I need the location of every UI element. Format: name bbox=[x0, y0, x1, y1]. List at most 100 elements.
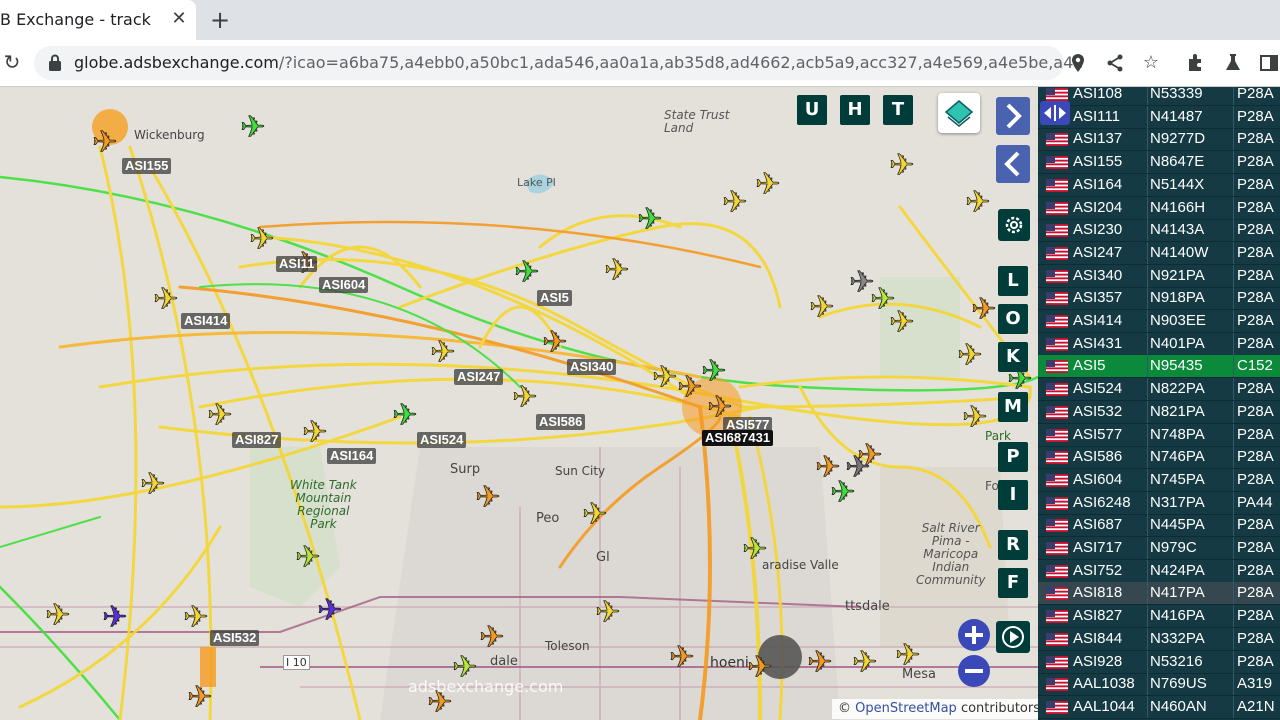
table-row[interactable]: ASI827 N416PA P28A bbox=[1038, 605, 1280, 629]
table-row[interactable]: ASI604 N745PA P28A bbox=[1038, 468, 1280, 492]
aircraft-label[interactable]: ASI5 bbox=[537, 290, 572, 306]
aircraft-icon[interactable]: ✈ bbox=[722, 185, 748, 221]
share-icon[interactable] bbox=[1103, 51, 1127, 75]
aircraft-icon[interactable]: ✈ bbox=[153, 282, 179, 318]
table-row[interactable]: AAL1044 N460AN A21N bbox=[1038, 695, 1280, 719]
replay-button[interactable] bbox=[996, 621, 1030, 653]
address-bar[interactable]: globe.adsbexchange.com/?icao=a6ba75,a4eb… bbox=[34, 46, 1084, 80]
aircraft-label[interactable]: ASI414 bbox=[181, 313, 231, 329]
reload-icon[interactable]: ↻ bbox=[0, 50, 24, 74]
location-pin-icon[interactable] bbox=[1066, 51, 1090, 75]
button-k[interactable]: K bbox=[998, 342, 1028, 372]
table-row[interactable]: ASI108 N53339 P28A bbox=[1038, 87, 1280, 106]
button-l[interactable]: L bbox=[998, 266, 1028, 296]
bookmark-star-icon[interactable]: ☆ bbox=[1139, 51, 1163, 75]
aircraft-icon[interactable]: ✈ bbox=[595, 595, 621, 631]
aircraft-label[interactable]: ASI247 bbox=[454, 369, 504, 385]
aircraft-icon[interactable]: ✈ bbox=[652, 360, 678, 396]
aircraft-label-selected[interactable]: ASI687431 bbox=[702, 430, 774, 446]
osm-link[interactable]: OpenStreetMap bbox=[855, 701, 957, 716]
aircraft-icon[interactable]: ✈ bbox=[317, 593, 343, 629]
aircraft-icon[interactable]: ✈ bbox=[971, 292, 997, 328]
table-row[interactable]: ASI844 N332PA P28A bbox=[1038, 627, 1280, 651]
aircraft-icon[interactable]: ✈ bbox=[207, 398, 233, 434]
aircraft-icon[interactable]: ✈ bbox=[430, 335, 456, 371]
aircraft-icon[interactable]: ✈ bbox=[479, 620, 505, 656]
resize-panel-handle[interactable] bbox=[1040, 101, 1070, 125]
button-h[interactable]: H bbox=[840, 95, 870, 125]
table-row[interactable]: ASI155 N8647E P28A bbox=[1038, 151, 1280, 175]
table-row[interactable]: ASI717 N979C P28A bbox=[1038, 537, 1280, 560]
button-t[interactable]: T bbox=[883, 95, 913, 125]
aircraft-icon[interactable]: ✈ bbox=[102, 600, 128, 636]
aircraft-label[interactable]: ASI11 bbox=[276, 256, 318, 272]
extensions-icon[interactable] bbox=[1184, 51, 1208, 75]
aircraft-icon[interactable]: ✈ bbox=[747, 650, 773, 686]
layers-button[interactable] bbox=[938, 93, 980, 133]
aircraft-icon[interactable]: ✈ bbox=[807, 645, 833, 681]
aircraft-icon[interactable]: ✈ bbox=[582, 497, 608, 533]
aircraft-label[interactable]: ASI604 bbox=[319, 277, 369, 293]
button-f[interactable]: F bbox=[998, 568, 1028, 598]
aircraft-icon[interactable]: ✈ bbox=[295, 540, 321, 576]
table-row[interactable]: ASI5 N95435 C152 bbox=[1038, 355, 1280, 379]
aircraft-icon[interactable]: ✈ bbox=[249, 222, 275, 258]
table-row[interactable]: ASI357 N918PA P28A bbox=[1038, 287, 1280, 311]
aircraft-icon[interactable]: ✈ bbox=[140, 467, 166, 503]
aircraft-icon[interactable]: ✈ bbox=[889, 148, 915, 184]
aircraft-label[interactable]: ASI532 bbox=[210, 630, 260, 646]
aircraft-icon[interactable]: ✈ bbox=[240, 110, 266, 146]
button-p[interactable]: P bbox=[998, 442, 1028, 472]
aircraft-label[interactable]: ASI340 bbox=[567, 359, 617, 375]
table-row[interactable]: ASI586 N746PA P28A bbox=[1038, 446, 1280, 470]
button-r[interactable]: R bbox=[998, 530, 1028, 560]
aircraft-icon[interactable]: ✈ bbox=[852, 645, 878, 681]
table-row[interactable]: ASI111 N41487 P28A bbox=[1038, 105, 1280, 129]
table-row[interactable]: ASI928 N53216 P28A bbox=[1038, 650, 1280, 674]
aircraft-label[interactable]: ASI586 bbox=[536, 414, 586, 430]
aircraft-label[interactable]: ASI524 bbox=[417, 432, 467, 448]
aircraft-icon[interactable]: ✈ bbox=[962, 400, 988, 436]
button-i[interactable]: I bbox=[998, 480, 1028, 510]
aircraft-icon[interactable]: ✈ bbox=[45, 598, 71, 634]
aircraft-icon[interactable]: ✈ bbox=[701, 354, 727, 390]
table-row[interactable]: ASI577 N748PA P28A bbox=[1038, 423, 1280, 447]
aircraft-icon[interactable]: ✈ bbox=[957, 338, 983, 374]
aircraft-icon[interactable]: ✈ bbox=[677, 370, 703, 406]
aircraft-icon[interactable]: ✈ bbox=[809, 290, 835, 326]
aircraft-icon[interactable]: ✈ bbox=[542, 325, 568, 361]
aircraft-icon[interactable]: ✈ bbox=[637, 202, 663, 238]
table-row[interactable]: ASI137 N9277D P28A bbox=[1038, 128, 1280, 152]
table-row[interactable]: ASI204 N4166H P28A bbox=[1038, 196, 1280, 220]
aircraft-label[interactable]: ASI164 bbox=[327, 448, 377, 464]
expand-right-button[interactable] bbox=[996, 97, 1030, 135]
table-row[interactable]: ASI431 N401PA P28A bbox=[1038, 332, 1280, 356]
table-row[interactable]: ASI230 N4143A P28A bbox=[1038, 219, 1280, 243]
aircraft-icon[interactable]: ✈ bbox=[302, 415, 328, 451]
table-row[interactable]: ASI247 N4140W P28A bbox=[1038, 241, 1280, 265]
aircraft-icon[interactable]: ✈ bbox=[965, 185, 991, 221]
table-row[interactable]: AAL1038 N769US A319 bbox=[1038, 673, 1280, 697]
aircraft-icon[interactable]: ✈ bbox=[604, 253, 630, 289]
browser-tab[interactable]: B Exchange - track a ✕ bbox=[0, 0, 196, 40]
lab-flask-icon[interactable] bbox=[1221, 51, 1245, 75]
aircraft-icon[interactable]: ✈ bbox=[755, 167, 781, 203]
aircraft-icon[interactable]: ✈ bbox=[830, 475, 856, 511]
aircraft-icon[interactable]: ✈ bbox=[392, 398, 418, 434]
button-m[interactable]: M bbox=[998, 392, 1028, 422]
table-row[interactable]: ASI164 N5144X P28A bbox=[1038, 173, 1280, 197]
aircraft-label[interactable]: ASI155 bbox=[122, 158, 172, 174]
table-row[interactable]: ASI752 N424PA P28A bbox=[1038, 559, 1280, 583]
collapse-left-button[interactable] bbox=[996, 145, 1030, 183]
zoom-out-button[interactable] bbox=[958, 655, 990, 687]
table-row[interactable]: ASI687 N445PA P28A bbox=[1038, 514, 1280, 538]
table-row[interactable]: ASI524 N822PA P28A bbox=[1038, 378, 1280, 402]
aircraft-label[interactable]: ASI827 bbox=[232, 432, 282, 448]
button-u[interactable]: U bbox=[797, 95, 827, 125]
table-row[interactable]: ASI414 N903EE P28A bbox=[1038, 310, 1280, 333]
table-row[interactable]: ASI818 N417PA P28A bbox=[1038, 582, 1280, 606]
aircraft-icon[interactable]: ✈ bbox=[92, 125, 118, 161]
aircraft-icon[interactable]: ✈ bbox=[514, 255, 540, 291]
side-panel-icon[interactable] bbox=[1257, 51, 1280, 75]
aircraft-icon[interactable]: ✈ bbox=[669, 640, 695, 676]
